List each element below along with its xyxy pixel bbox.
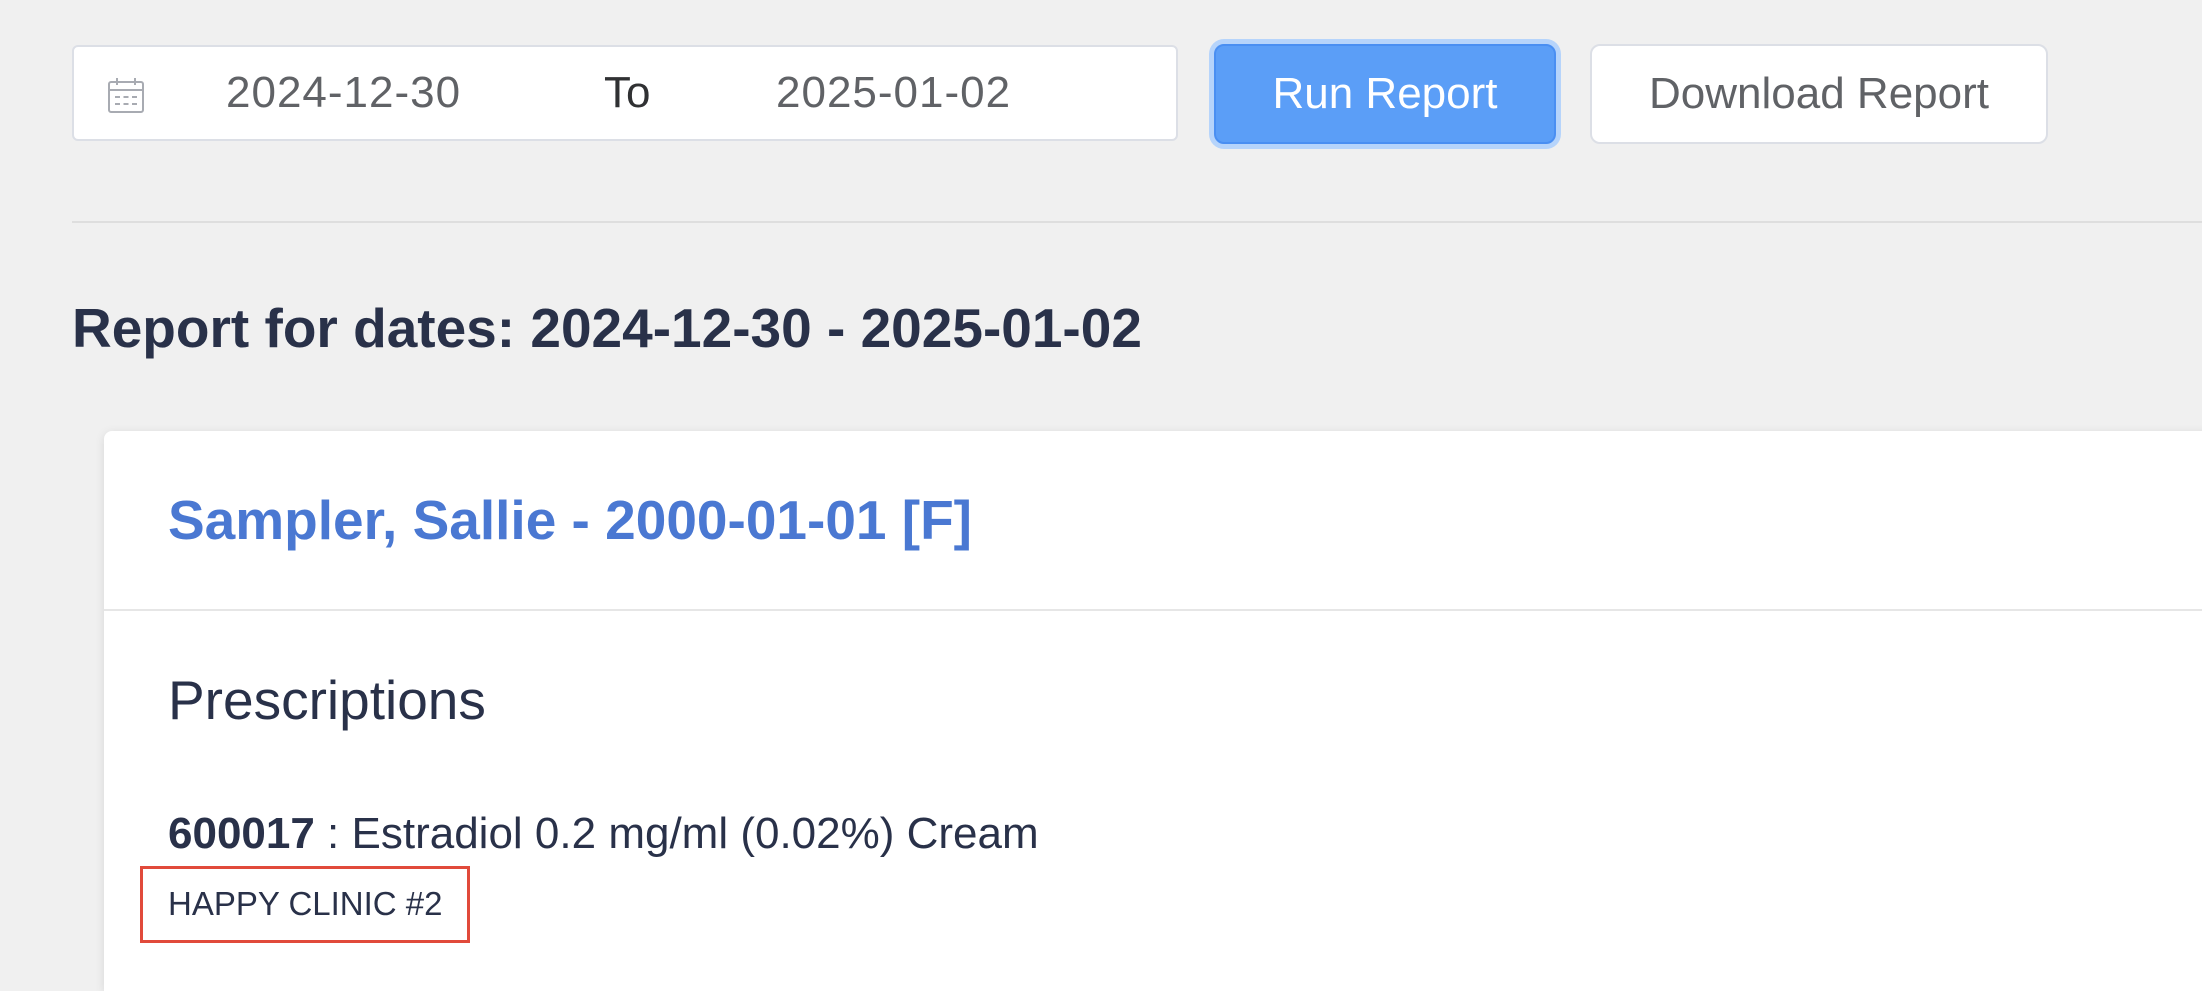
start-date-input[interactable]: 2024-12-30	[226, 47, 461, 139]
pharmacy-name: HAPPY CLINIC #2	[168, 885, 443, 922]
run-report-button[interactable]: Run Report	[1214, 44, 1556, 144]
download-report-button[interactable]: Download Report	[1590, 44, 2048, 144]
calendar-icon	[108, 78, 144, 113]
date-range-separator: To	[604, 68, 651, 117]
prescription-separator: :	[314, 809, 352, 858]
prescriptions-heading: Prescriptions	[168, 669, 486, 731]
patient-card: Sampler, Sallie - 2000-01-01 [F] Prescri…	[104, 431, 2202, 991]
prescription-description: Estradiol 0.2 mg/ml (0.02%) Cream	[351, 809, 1039, 858]
patient-name-link[interactable]: Sampler, Sallie - 2000-01-01 [F]	[168, 488, 972, 552]
end-date-input[interactable]: 2025-01-02	[776, 47, 1011, 139]
report-title: Report for dates: 2024-12-30 - 2025-01-0…	[72, 297, 1142, 359]
patient-card-header: Sampler, Sallie - 2000-01-01 [F]	[104, 431, 2202, 611]
prescription-code: 600017	[168, 809, 315, 858]
divider	[72, 221, 2202, 223]
prescription-item: 600017 : Estradiol 0.2 mg/ml (0.02%) Cre…	[168, 809, 1039, 859]
date-range-picker[interactable]: 2024-12-30 To 2025-01-02	[72, 45, 1178, 141]
